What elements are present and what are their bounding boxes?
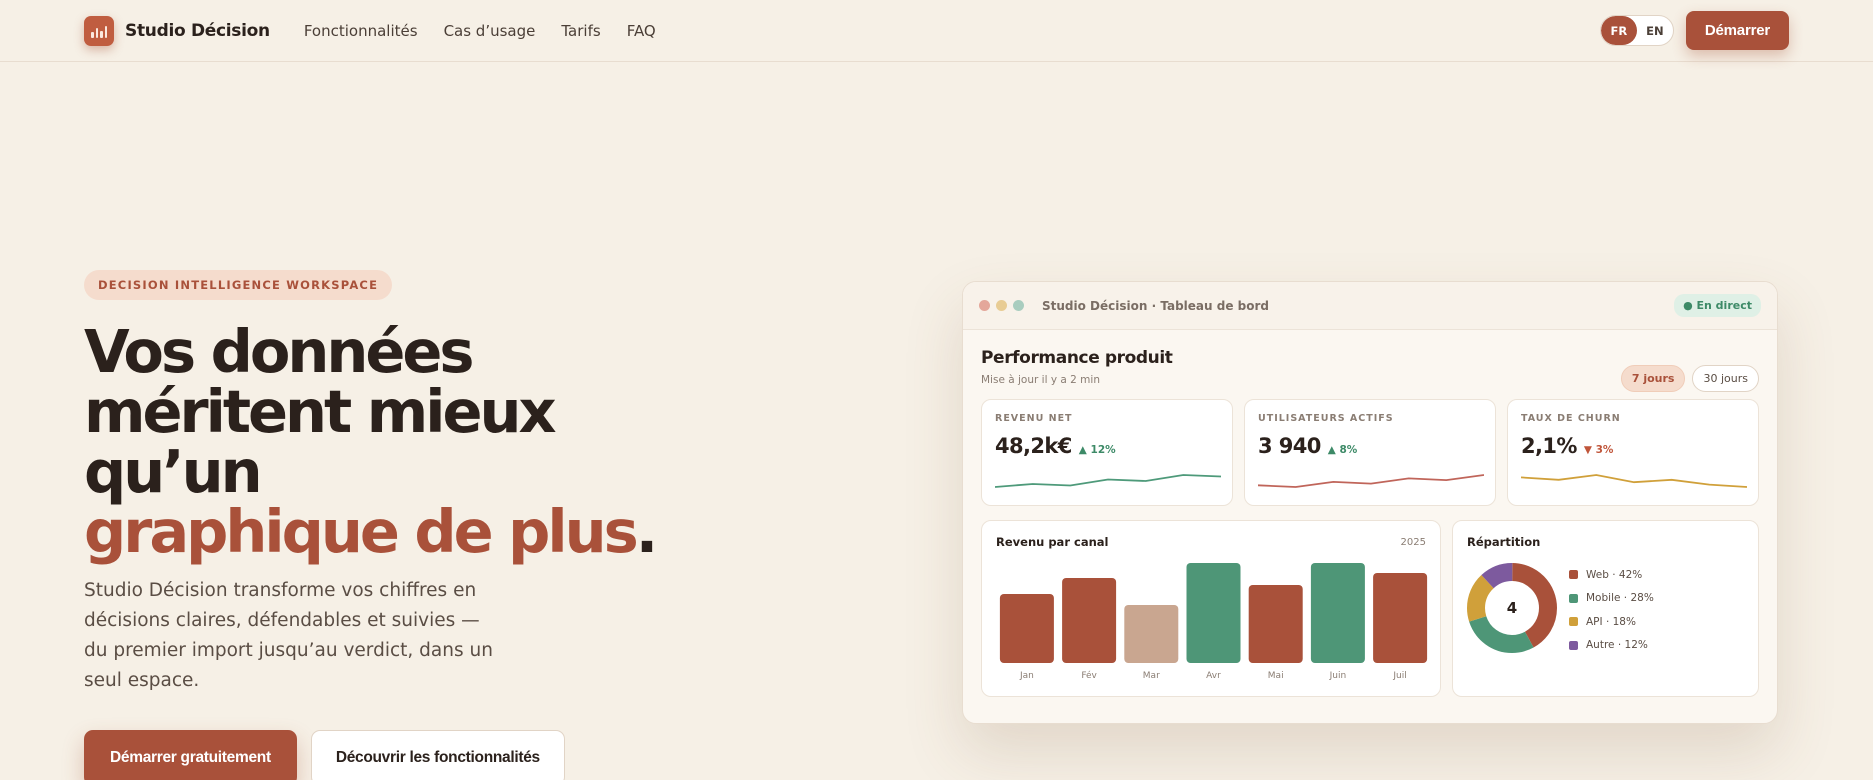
kpi-delta: ▲ 8% [1327,444,1358,456]
card-year: 2025 [1400,537,1426,548]
nav-link-faq[interactable]: FAQ [627,22,656,40]
sparkline-path [1521,474,1747,488]
bar-label: Mar [1142,671,1160,681]
window-dot-maximize [1013,300,1024,311]
revenue-bar-chart [999,563,1428,663]
nav-links: Fonctionnalités Cas d’usage Tarifs FAQ [304,22,656,40]
sparkline [1521,474,1747,488]
bar-label: Jan [1019,671,1034,681]
legend-swatch [1569,617,1578,627]
kpi-value: 2,1% [1521,434,1577,458]
card-title: Répartition [1467,535,1541,549]
nav-link-tarifs[interactable]: Tarifs [561,22,600,40]
headline-line-2: méritent mieux qu’un [84,377,557,506]
legend-item: API · 18% [1569,610,1654,634]
legend-item: Mobile · 28% [1569,587,1654,611]
kpi-card-active-users[interactable]: UTILISATEURS ACTIFS 3 940 ▲ 8% [1244,399,1496,506]
legend-item: Web · 42% [1569,563,1654,587]
bar-4[interactable] [1248,585,1303,663]
window-dot-close [979,300,990,311]
bar-label: Juil [1393,671,1407,681]
legend-swatch [1569,593,1578,603]
sparkline [995,474,1221,488]
brand-name: Studio Décision [125,20,270,41]
bar-axis-labels: Jan Fév Mar Avr Mai Juin Juil [996,671,1428,685]
cta-row: Démarrer gratuitement Découvrir les fonc… [84,730,724,780]
hero-headline: Vos données méritent mieux qu’un graphiq… [84,322,724,562]
lang-en[interactable]: EN [1637,16,1673,45]
start-button[interactable]: Démarrer [1685,11,1789,50]
legend-swatch [1569,640,1578,650]
nav-link-cas-usage[interactable]: Cas d’usage [444,22,536,40]
legend-swatch [1569,570,1578,580]
sparkline [1258,474,1484,488]
donut-center-value: 4 [1506,599,1518,617]
revenue-by-channel-card: Revenu par canal 2025 Jan Fév Mar Avr Mai Jui… [981,520,1441,697]
top-nav: Studio Décision Fonctionnalités Cas d’us… [0,0,1873,62]
nav-link-fonctionnalites[interactable]: Fonctionnalités [304,22,418,40]
legend-label: Mobile · 28% [1586,592,1654,605]
bar-5[interactable] [1310,563,1365,663]
card-title: Revenu par canal [996,535,1109,549]
kpi-label: REVENU NET [995,413,1073,424]
window-dot-minimize [996,300,1007,311]
kpi-label: TAUX DE CHURN [1521,413,1621,424]
start-free-button[interactable]: Démarrer gratuitement [84,730,297,780]
discover-features-button[interactable]: Découvrir les fonctionnalités [310,730,565,780]
headline-line-1: Vos données [84,317,475,386]
kpi-value: 48,2k€ [995,434,1072,458]
period-7-days[interactable]: 7 jours [1620,365,1686,392]
legend-item: Autre · 12% [1569,634,1654,658]
window-bar: Studio Décision · Tableau de bord ● En d… [963,282,1777,330]
kpi-label: UTILISATEURS ACTIFS [1258,413,1394,424]
legend-label: API · 18% [1586,615,1636,628]
donut-legend: Web · 42% Mobile · 28% API · 18% Autre · 12… [1569,563,1654,657]
kpi-card-revenue[interactable]: REVENU NET 48,2k€ ▲ 12% [981,399,1233,506]
sparkline-path [1258,474,1484,488]
brand[interactable]: Studio Décision [84,15,270,46]
legend-label: Web · 42% [1586,568,1643,581]
period-selector: 7 jours 30 jours [1620,365,1759,392]
headline-accent: graphique de plus [84,497,639,566]
lower-row: Revenu par canal 2025 Jan Fév Mar Avr Mai Jui… [981,520,1759,697]
legend-label: Autre · 12% [1586,639,1648,652]
split-card: Répartition 4 Web · 42% Mobile · 28% API ·… [1452,520,1759,697]
bar-label: Avr [1206,671,1221,681]
dashboard-body: Performance produit Mise à jour il y a 2… [963,330,1777,697]
bar-1[interactable] [1062,578,1117,663]
nav-right: FR EN Démarrer [1599,11,1789,50]
kpi-value: 3 940 [1258,434,1321,458]
bar-chart-logo-icon [84,15,114,46]
bar-label: Mai [1267,671,1284,681]
sparkline-path [995,474,1221,488]
kpi-row: REVENU NET 48,2k€ ▲ 12% UTILISATEURS ACT… [981,399,1759,506]
bar-6[interactable] [1373,573,1428,663]
kpi-delta: ▲ 12% [1078,444,1116,456]
dashboard-preview: Studio Décision · Tableau de bord ● En d… [962,281,1778,724]
period-30-days[interactable]: 30 jours [1692,365,1759,392]
headline-end: . [635,497,658,566]
bar-label: Juin [1329,671,1347,681]
bar-2[interactable] [1124,605,1179,663]
hero-tag: DECISION INTELLIGENCE WORKSPACE [84,270,393,300]
bar-label: Fév [1081,671,1097,681]
lang-fr[interactable]: FR [1600,16,1637,45]
kpi-delta: ▼ 3% [1583,444,1614,456]
hero: DECISION INTELLIGENCE WORKSPACE Vos donn… [84,270,724,780]
window-title: Studio Décision · Tableau de bord [1042,298,1269,313]
hero-lead: Studio Décision transforme vos chiffres … [84,580,493,691]
bar-3[interactable] [1186,563,1241,663]
language-switcher: FR EN [1599,15,1674,46]
kpi-card-churn[interactable]: TAUX DE CHURN 2,1% ▼ 3% [1507,399,1759,506]
live-badge: ● En direct [1674,294,1761,317]
bar-0[interactable] [999,594,1054,663]
